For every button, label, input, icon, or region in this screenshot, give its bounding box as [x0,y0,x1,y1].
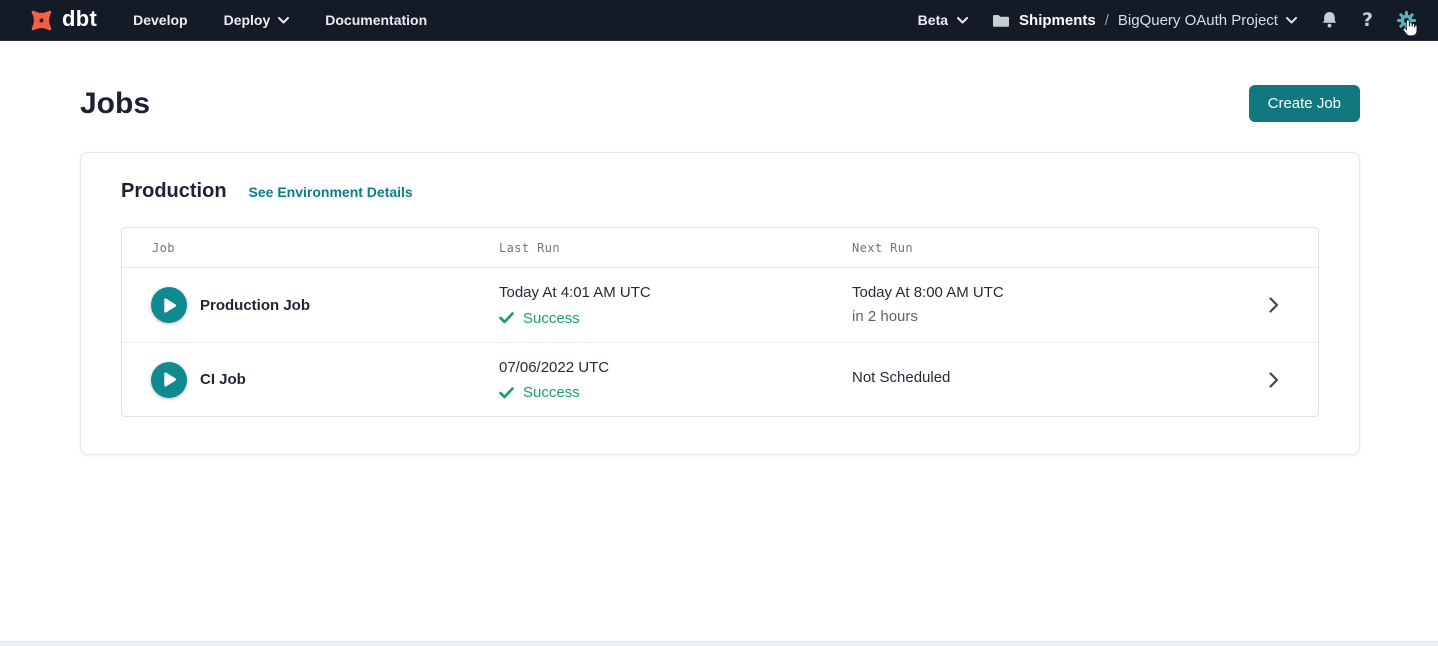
environment-header: Production See Environment Details [121,180,1319,203]
run-job-play-button[interactable] [151,362,187,398]
next-run-cell: Not Scheduled [852,368,1242,391]
breadcrumb-project: BigQuery OAuth Project [1118,12,1278,29]
page-title: Jobs [80,87,150,120]
success-check-icon [499,387,514,399]
beta-label: Beta [918,12,948,28]
column-header-next-run: Next Run [852,241,1242,255]
create-job-button[interactable]: Create Job [1249,85,1360,122]
breadcrumb: Shipments / BigQuery OAuth Project [992,12,1297,29]
environment-card: Production See Environment Details Job L… [80,152,1360,455]
job-row-ci-job[interactable]: CI Job 07/06/2022 UTC Success Not Schedu… [122,342,1318,416]
nav-item-documentation-label: Documentation [325,12,427,28]
next-run-cell: Today At 8:00 AM UTC in 2 hours [852,283,1242,327]
row-chevron-right-icon[interactable] [1242,297,1318,313]
top-navbar: dbt Develop Deploy Documentation Beta [0,0,1438,41]
last-run-status: Success [499,310,852,327]
dbt-logo-icon [28,7,55,34]
last-run-time: Today At 4:01 AM UTC [499,283,852,303]
folder-icon [992,13,1010,28]
run-job-play-button[interactable] [151,287,187,323]
jobs-table-header: Job Last Run Next Run [122,228,1318,268]
status-label: Success [523,310,580,327]
help-icon[interactable]: ? [1362,11,1373,30]
last-run-cell: 07/06/2022 UTC Success [499,358,852,401]
main-nav: Develop Deploy Documentation [133,12,427,28]
see-environment-details-link[interactable]: See Environment Details [249,184,413,200]
project-dropdown[interactable]: BigQuery OAuth Project [1118,12,1297,29]
last-run-cell: Today At 4:01 AM UTC Success [499,283,852,326]
chevron-down-icon [957,17,968,24]
settings-gear-icon[interactable] [1397,11,1416,30]
nav-item-documentation[interactable]: Documentation [325,12,427,28]
job-name: CI Job [200,371,246,388]
jobs-table: Job Last Run Next Run Production Job Tod… [121,227,1319,417]
job-row-production-job[interactable]: Production Job Today At 4:01 AM UTC Succ… [122,268,1318,342]
notifications-bell-icon[interactable] [1321,11,1338,29]
column-header-job: Job [122,241,499,255]
success-check-icon [499,312,514,324]
chevron-down-icon [1286,17,1297,24]
breadcrumb-account[interactable]: Shipments [1019,12,1096,29]
navbar-right: Beta Shipments / BigQuery OAuth Project [918,11,1416,30]
page-header: Jobs Create Job [80,85,1360,122]
last-run-time: 07/06/2022 UTC [499,358,852,378]
jobs-page: Jobs Create Job Production See Environme… [0,85,1438,455]
nav-item-deploy-label: Deploy [224,12,271,28]
job-name: Production Job [200,297,310,314]
nav-item-develop-label: Develop [133,12,187,28]
environment-name: Production [121,180,227,203]
nav-item-deploy[interactable]: Deploy [224,12,290,28]
dbt-logo[interactable]: dbt [28,7,97,34]
column-header-last-run: Last Run [499,241,852,255]
next-run-time: Today At 8:00 AM UTC [852,283,1242,303]
breadcrumb-separator: / [1105,12,1109,29]
chevron-down-icon [278,17,289,24]
next-run-time: Not Scheduled [852,368,1242,388]
bottom-edge-bar [0,641,1438,646]
row-chevron-right-icon[interactable] [1242,372,1318,388]
beta-dropdown[interactable]: Beta [918,12,968,28]
last-run-status: Success [499,384,852,401]
dbt-logo-text: dbt [62,8,97,30]
nav-item-develop[interactable]: Develop [133,12,187,28]
job-cell: CI Job [122,362,499,398]
next-run-relative: in 2 hours [852,307,1242,327]
status-label: Success [523,384,580,401]
job-cell: Production Job [122,287,499,323]
